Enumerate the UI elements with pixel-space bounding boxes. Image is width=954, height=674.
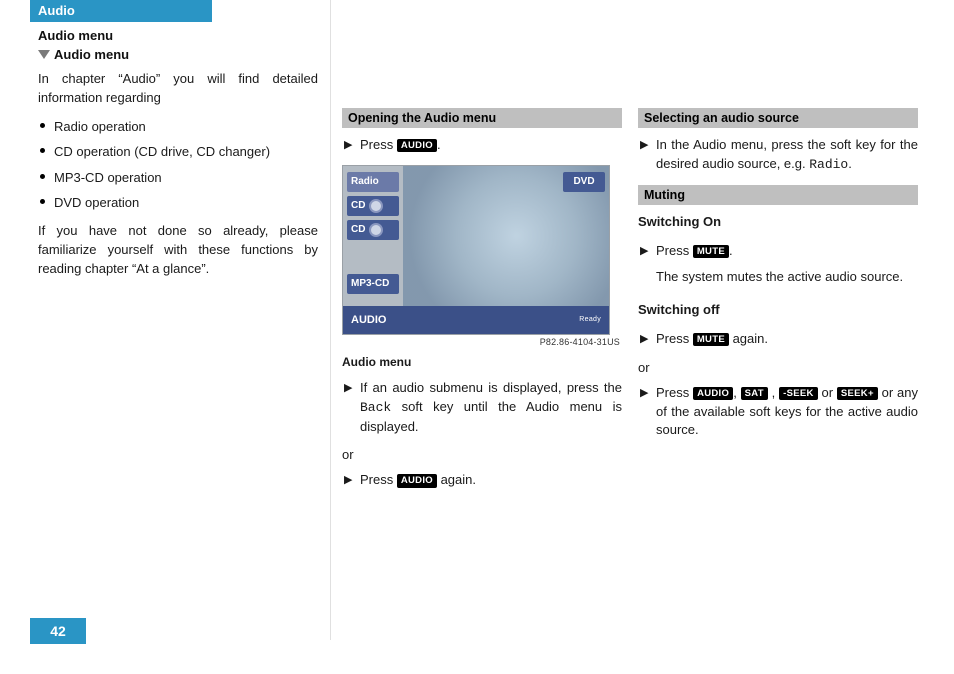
section-heading: Audio menu bbox=[38, 28, 318, 43]
softkey-mp3cd: MP3-CD bbox=[347, 274, 399, 294]
screen-status-ready: Ready bbox=[579, 316, 601, 323]
softkey-cd2: CD bbox=[347, 220, 399, 240]
step-text: again. bbox=[437, 472, 476, 487]
step-arrow-icon: ▶ bbox=[344, 381, 352, 397]
step-result: The system mutes the active audio source… bbox=[656, 268, 918, 287]
softkey-label-mono: Back bbox=[360, 400, 391, 415]
tab-accent-square bbox=[16, 28, 30, 38]
column-right: Selecting an audio source ▶ In the Audio… bbox=[638, 108, 918, 450]
step-press-audio: ▶ Press AUDIO. bbox=[342, 136, 622, 155]
section-bar-opening: Opening the Audio menu bbox=[342, 108, 622, 128]
step-press-audio-again: ▶ Press AUDIO again. bbox=[342, 471, 622, 490]
list-item: MP3-CD operation bbox=[38, 169, 318, 187]
key-audio: AUDIO bbox=[397, 474, 437, 487]
or-separator: or bbox=[638, 359, 918, 378]
softkey-cd1: CD bbox=[347, 196, 399, 216]
step-arrow-icon: ▶ bbox=[640, 332, 648, 348]
screen-title: AUDIO bbox=[351, 314, 386, 326]
step-arrow-icon: ▶ bbox=[344, 473, 352, 489]
figure-caption: Audio menu bbox=[342, 355, 622, 369]
subsection-heading-text: Audio menu bbox=[54, 47, 129, 62]
step-text: . bbox=[437, 137, 441, 152]
subsection-heading: Audio menu bbox=[38, 47, 318, 62]
step-mute-off-1: ▶ Press MUTE again. bbox=[638, 330, 918, 349]
step-text: In the Audio menu, press the soft key fo… bbox=[656, 137, 918, 171]
key-audio: AUDIO bbox=[693, 387, 733, 400]
step-mute-off-2: ▶ Press AUDIO, SAT , -SEEK or SEEK+ or a… bbox=[638, 384, 918, 441]
list-item: DVD operation bbox=[38, 194, 318, 212]
key-sat: SAT bbox=[741, 387, 768, 400]
topic-list: Radio operation CD operation (CD drive, … bbox=[38, 118, 318, 212]
list-item: Radio operation bbox=[38, 118, 318, 136]
or-separator: or bbox=[342, 446, 622, 465]
softkey-dvd: DVD bbox=[563, 172, 605, 192]
step-select-source: ▶ In the Audio menu, press the soft key … bbox=[638, 136, 918, 175]
key-seek-plus: SEEK+ bbox=[837, 387, 878, 400]
step-back-softkey: ▶ If an audio submenu is displayed, pres… bbox=[342, 379, 622, 437]
key-seek-minus: -SEEK bbox=[779, 387, 818, 400]
step-text: . bbox=[729, 243, 733, 258]
manual-page: Audio Audio menu Audio menu In chapter “… bbox=[0, 0, 954, 674]
softkey-label: CD bbox=[351, 200, 365, 211]
step-text: Press bbox=[656, 331, 693, 346]
page-number: 42 bbox=[30, 618, 86, 644]
section-bar-select-source: Selecting an audio source bbox=[638, 108, 918, 128]
key-audio: AUDIO bbox=[397, 139, 437, 152]
disc-icon bbox=[369, 199, 383, 213]
switching-off-heading: Switching off bbox=[638, 301, 918, 320]
step-text: soft key until the Audio menu is display… bbox=[360, 399, 622, 434]
step-arrow-icon: ▶ bbox=[640, 244, 648, 260]
step-text: again. bbox=[729, 331, 768, 346]
step-text: Press bbox=[656, 243, 693, 258]
key-mute: MUTE bbox=[693, 245, 729, 258]
switching-on-heading: Switching On bbox=[638, 213, 918, 232]
closing-paragraph: If you have not done so already, please … bbox=[38, 222, 318, 279]
screen-illustration: Radio CD CD MP3-CD DVD AUDIO Ready bbox=[342, 165, 610, 335]
list-item: CD operation (CD drive, CD changer) bbox=[38, 143, 318, 161]
softkey-label: CD bbox=[351, 224, 365, 235]
figure-code: P82.86-4104-31US bbox=[342, 337, 620, 347]
step-arrow-icon: ▶ bbox=[640, 138, 648, 154]
step-text: Press bbox=[360, 137, 397, 152]
page-number-accent bbox=[86, 618, 100, 644]
step-arrow-icon: ▶ bbox=[344, 138, 352, 154]
disc-icon bbox=[369, 223, 383, 237]
step-text: Press bbox=[656, 385, 693, 400]
column-middle: Opening the Audio menu ▶ Press AUDIO. Ra… bbox=[342, 108, 622, 500]
chevron-down-icon bbox=[38, 50, 50, 59]
step-text: If an audio submenu is displayed, press … bbox=[360, 380, 622, 395]
column-left: Audio menu Audio menu In chapter “Audio”… bbox=[38, 26, 318, 288]
step-text: , bbox=[733, 385, 740, 400]
section-bar-muting: Muting bbox=[638, 185, 918, 205]
step-arrow-icon: ▶ bbox=[640, 386, 648, 402]
step-text: or bbox=[818, 385, 837, 400]
softkey-radio: Radio bbox=[347, 172, 399, 192]
intro-paragraph: In chapter “Audio” you will find detaile… bbox=[38, 70, 318, 108]
step-mute-on: ▶ Press MUTE. The system mutes the activ… bbox=[638, 242, 918, 288]
step-text: , bbox=[772, 385, 779, 400]
chapter-tab: Audio bbox=[30, 0, 212, 22]
step-text: Press bbox=[360, 472, 397, 487]
softkey-label-mono: Radio bbox=[809, 157, 848, 172]
key-mute: MUTE bbox=[693, 333, 729, 346]
screen-status-bar: AUDIO Ready bbox=[343, 306, 609, 334]
step-text: . bbox=[848, 156, 852, 171]
column-separator bbox=[330, 0, 331, 640]
